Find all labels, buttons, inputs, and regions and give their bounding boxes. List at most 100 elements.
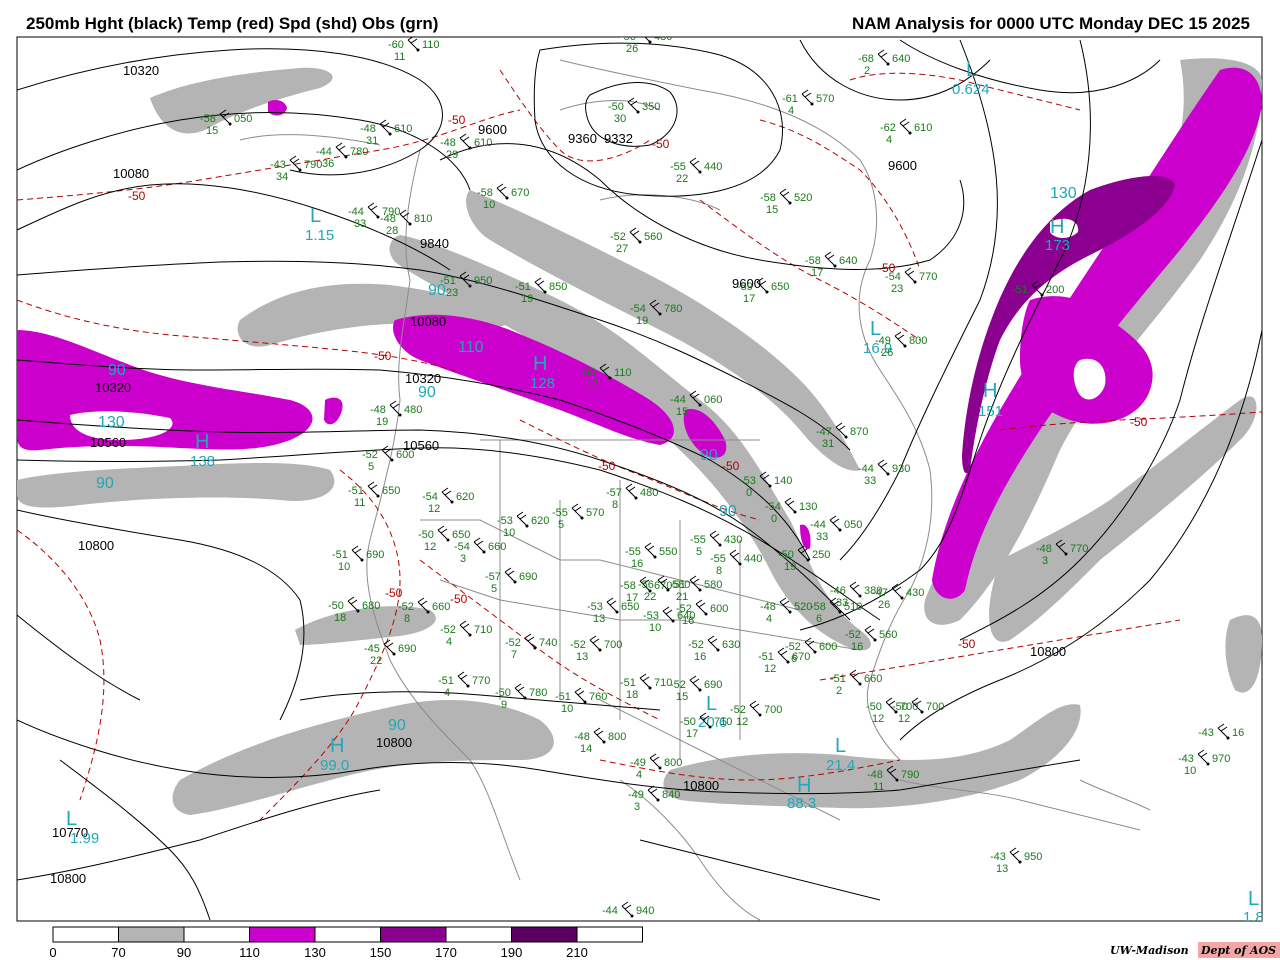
height-label: 10800 <box>78 538 114 553</box>
height-label: 10800 <box>1030 644 1066 659</box>
obs-dewpoint-depression: 16 <box>694 651 706 663</box>
obs-temp: -50 <box>608 101 624 113</box>
obs-height: 810 <box>414 213 432 225</box>
obs-height: 800 <box>608 731 626 743</box>
temp-label: -50 <box>652 137 670 151</box>
obs-dewpoint-depression: 19 <box>376 416 388 428</box>
obs-temp: -54 <box>630 303 646 315</box>
obs-dewpoint-depression: 4 <box>766 613 772 625</box>
obs-height: 800 <box>909 335 927 347</box>
obs-temp: -45 <box>364 643 380 655</box>
obs-dewpoint-depression: 13 <box>593 613 605 625</box>
obs-temp: -58 <box>477 187 493 199</box>
speed-label: 90 <box>108 362 126 379</box>
obs-height: 610 <box>474 137 492 149</box>
speed-label: 90 <box>388 717 406 734</box>
height-label: 10320 <box>123 63 159 78</box>
colorbar-segment <box>52 926 119 943</box>
obs-temp: -51 <box>515 281 531 293</box>
obs-dewpoint-depression: 15 <box>676 406 688 418</box>
obs-temp: -51 <box>348 485 364 497</box>
colorbar-segment <box>118 926 185 943</box>
obs-dewpoint-depression: 9 <box>501 699 507 711</box>
svg-text:L: L <box>1248 888 1259 910</box>
svg-text:H: H <box>797 775 811 797</box>
speed-label: 130 <box>1050 185 1077 202</box>
obs-height: 650 <box>452 529 470 541</box>
obs-dewpoint-depression: 4 <box>446 636 452 648</box>
obs-height: 950 <box>474 275 492 287</box>
obs-dewpoint-depression: 12 <box>764 663 776 675</box>
obs-dewpoint-depression: 22 <box>644 591 656 603</box>
height-label: 10080 <box>113 166 149 181</box>
obs-dewpoint-depression: 10 <box>561 703 573 715</box>
speed-label: 130 <box>98 414 125 431</box>
credit-dept: Dept of AOS <box>1200 944 1276 957</box>
obs-temp: -44 <box>602 905 618 917</box>
obs-temp: -52 <box>362 449 378 461</box>
obs-temp: -52 <box>730 704 746 716</box>
svg-text:173: 173 <box>1045 237 1070 254</box>
obs-dewpoint-depression: 26 <box>626 43 638 55</box>
obs-temp: -52 <box>398 601 414 613</box>
colorbar-tick-label: 190 <box>501 945 523 960</box>
weather-map: 10320 10080 9840 9600 9360 9332 9600 960… <box>16 36 1280 960</box>
obs-dewpoint-depression: 26 <box>878 599 890 611</box>
obs-temp: -58 <box>760 192 776 204</box>
colorbar-segment <box>314 926 381 943</box>
colorbar-segment <box>576 926 643 943</box>
obs-height: 770 <box>472 675 490 687</box>
obs-height: 660 <box>864 673 882 685</box>
obs-height: 690 <box>519 571 537 583</box>
svg-text:L: L <box>966 59 977 81</box>
colorbar-tick-label: 90 <box>177 945 191 960</box>
obs-dewpoint-depression: 27 <box>616 243 628 255</box>
obs-height: 950 <box>1024 851 1042 863</box>
obs-dewpoint-depression: 19 <box>636 315 648 327</box>
height-label: 9600 <box>888 158 917 173</box>
obs-dewpoint-depression: 16 <box>682 615 694 627</box>
colorbar-tick-label: 210 <box>566 945 588 960</box>
obs-dewpoint-depression: 16 <box>631 558 643 570</box>
obs-dewpoint-depression: 31 <box>822 438 834 450</box>
obs-height: 600 <box>710 603 728 615</box>
obs-height: 690 <box>704 679 722 691</box>
obs-dewpoint-depression: 7 <box>511 649 517 661</box>
colorbar-segment <box>183 926 250 943</box>
obs-temp: -50 <box>495 687 511 699</box>
obs-temp: -47 <box>872 587 888 599</box>
obs-dewpoint-depression: 33 <box>864 475 876 487</box>
svg-text:0.624: 0.624 <box>952 81 990 98</box>
map-title: 250mb Hght (black) Temp (red) Spd (shd) … <box>26 14 439 33</box>
obs-height: 200 <box>1046 284 1064 296</box>
obs-temp: -51 <box>332 549 348 561</box>
obs-dewpoint-depression: 12 <box>736 716 748 728</box>
obs-dewpoint-depression: 12 <box>898 713 910 725</box>
obs-height: 430 <box>906 587 924 599</box>
obs-dewpoint-depression: 33 <box>354 218 366 230</box>
obs-dewpoint-depression: 8 <box>404 613 410 625</box>
obs-height: 680 <box>362 600 380 612</box>
colorbar-segment <box>249 926 316 943</box>
svg-text:99.0: 99.0 <box>320 757 349 774</box>
obs-temp: -58 <box>200 113 216 125</box>
obs-height: 16 <box>1232 727 1244 739</box>
obs-dewpoint-depression: 10 <box>503 527 515 539</box>
svg-text:21.4: 21.4 <box>826 757 855 774</box>
obs-height: 790 <box>901 769 919 781</box>
obs-dewpoint-depression: 10 <box>1184 765 1196 777</box>
colorbar-tick-label: 0 <box>49 945 56 960</box>
obs-height: 740 <box>539 637 557 649</box>
obs-dewpoint-depression: 17 <box>743 293 755 305</box>
obs-temp: -43 <box>1178 753 1194 765</box>
obs-dewpoint-depression: 6 <box>816 613 822 625</box>
obs-dewpoint-depression: 36 <box>322 158 334 170</box>
speed-colorbar: 0 70 90 110 130 150 170 190 210 <box>49 926 643 960</box>
obs-dewpoint-depression: 18 <box>626 689 638 701</box>
obs-height: 780 <box>664 303 682 315</box>
obs-temp: -51 <box>830 673 846 685</box>
obs-dewpoint-depression: 0 <box>771 513 777 525</box>
obs-dewpoint-depression: 6 <box>791 653 797 665</box>
obs-dewpoint-depression: 5 <box>368 461 374 473</box>
obs-height: 570 <box>586 507 604 519</box>
